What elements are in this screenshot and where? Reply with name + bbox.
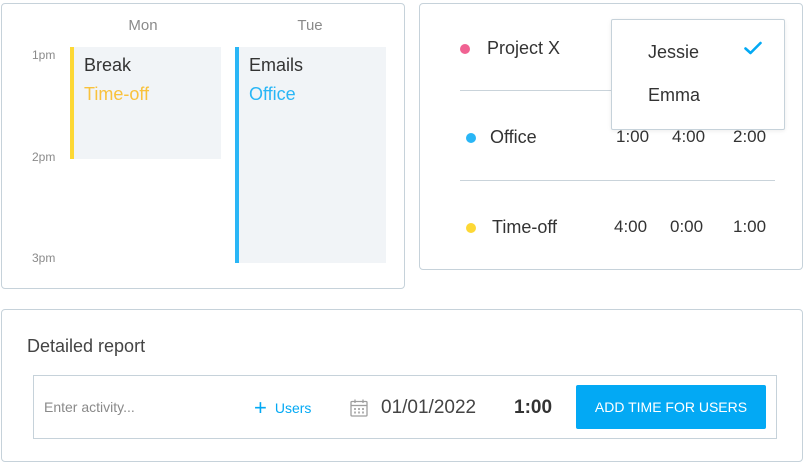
calendar-event-emails[interactable]: Emails Office (235, 47, 386, 263)
detailed-report-panel: Detailed report + Users 01/01/2022 1:00 … (1, 309, 803, 462)
time-value: 4:00 (672, 127, 706, 146)
time-label-3pm: 3pm (32, 251, 56, 265)
time-label-2pm: 2pm (32, 150, 56, 164)
add-users-button[interactable]: + Users (254, 395, 311, 421)
activity-input[interactable] (44, 391, 244, 423)
day-header-mon: Mon (128, 17, 158, 34)
event-project: Time-off (84, 84, 150, 104)
calendar-icon[interactable] (349, 398, 369, 418)
time-value: 1:00 (733, 217, 767, 236)
time-value: 4:00 (614, 217, 648, 236)
day-header-tue: Tue (297, 17, 323, 34)
project-label: Time-off (492, 217, 558, 237)
plus-icon: + (254, 395, 267, 420)
project-color-dot (466, 223, 476, 233)
project-label: Office (490, 127, 537, 147)
check-icon (744, 41, 762, 55)
user-dropdown: Jessie Emma (611, 19, 785, 130)
dropdown-option-emma[interactable]: Emma (648, 85, 700, 106)
time-value: 2:00 (733, 127, 767, 146)
event-project: Office (249, 84, 296, 104)
time-value: 0:00 (670, 217, 704, 236)
event-title: Emails (249, 55, 304, 75)
summary-row-time-off: Time-off 4:00 0:00 1:00 (420, 216, 802, 240)
duration-field[interactable]: 1:00 (514, 397, 552, 419)
time-label-1pm: 1pm (32, 48, 56, 62)
calendar-panel: Mon Tue 1pm 2pm 3pm Break Time-off Email… (1, 3, 405, 289)
project-label: Project X (487, 38, 561, 58)
project-color-dot (466, 133, 476, 143)
project-color-dot (460, 44, 470, 54)
report-title: Detailed report (27, 336, 146, 356)
users-label: Users (274, 400, 312, 416)
calendar-event-break[interactable]: Break Time-off (70, 47, 221, 159)
date-picker[interactable]: 01/01/2022 (381, 397, 476, 419)
time-entry-bar: + Users 01/01/2022 1:00 ADD TIME FOR USE… (33, 375, 777, 439)
row-divider (460, 180, 775, 181)
dropdown-option-jessie[interactable]: Jessie (648, 42, 699, 63)
add-time-for-users-button[interactable]: ADD TIME FOR USERS (576, 385, 766, 429)
time-value: 1:00 (616, 127, 650, 146)
event-title: Break (84, 55, 132, 75)
